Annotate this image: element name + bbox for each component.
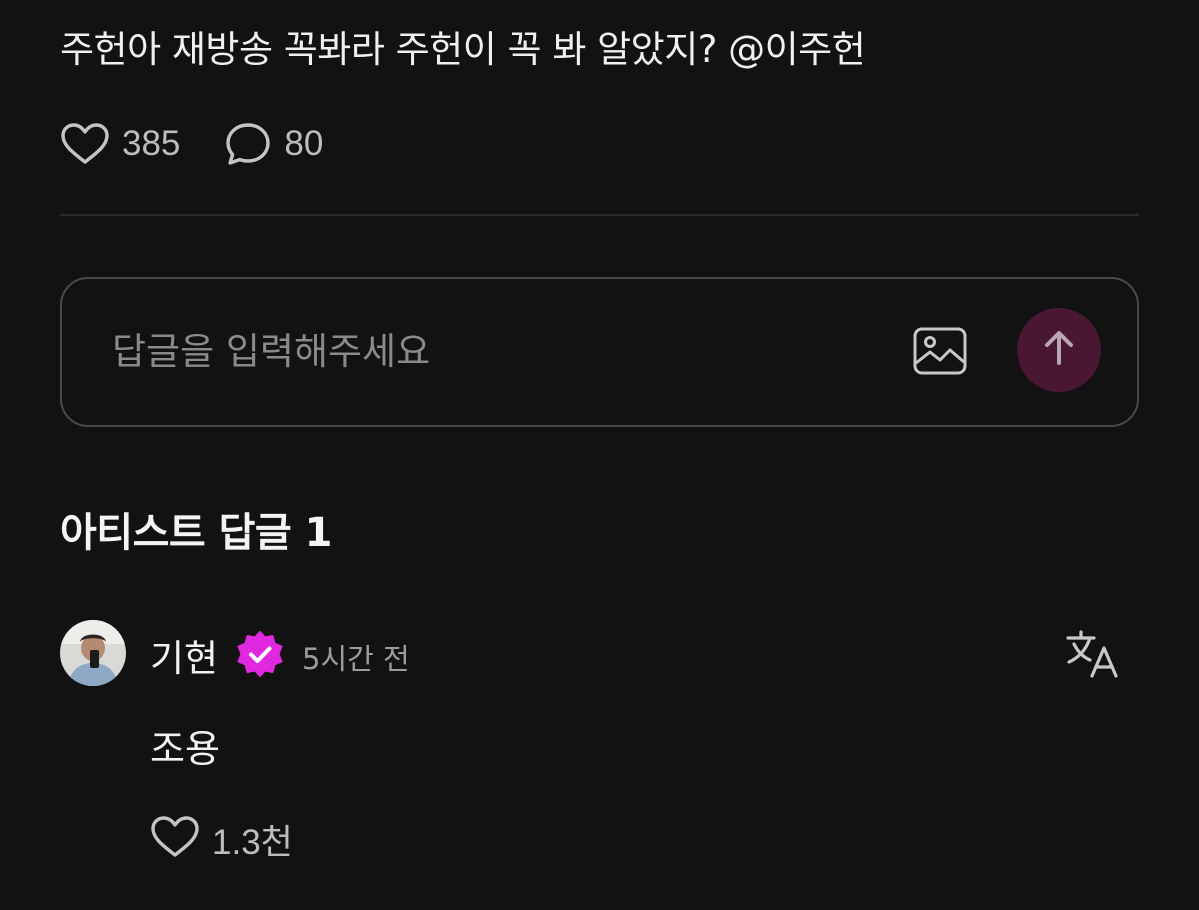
image-icon (910, 327, 970, 386)
image-attach-button[interactable] (910, 322, 970, 382)
comment-text: 조용 (150, 727, 220, 771)
avatar[interactable] (60, 620, 126, 686)
comment-button[interactable]: 80 (224, 121, 323, 167)
artist-replies-title: 아티스트 답글 1 (60, 510, 332, 556)
comment-count: 80 (284, 124, 324, 163)
comment-author[interactable]: 기현 (150, 628, 218, 682)
comment-like-button[interactable]: 1.3천 (150, 814, 293, 864)
like-count: 385 (122, 124, 181, 163)
post-text: 주헌아 재방송 꼭봐라 주헌이 꼭 봐 알았지? @이주헌 (60, 28, 866, 71)
post-stats: 385 80 (60, 118, 367, 170)
reply-box (60, 277, 1139, 427)
heart-icon (60, 122, 110, 166)
verified-badge-icon (236, 630, 284, 678)
translate-icon (1064, 630, 1122, 684)
comment-like-count: 1.3천 (212, 822, 293, 862)
arrow-up-icon (1041, 328, 1077, 372)
comment-time: 5시간 전 (302, 642, 410, 676)
heart-icon (150, 815, 200, 863)
translate-button[interactable] (1064, 628, 1122, 680)
reply-input[interactable] (112, 323, 812, 379)
like-button[interactable]: 385 (60, 122, 180, 166)
send-button[interactable] (1017, 308, 1101, 392)
divider (60, 214, 1139, 216)
speech-bubble-icon (224, 121, 272, 167)
